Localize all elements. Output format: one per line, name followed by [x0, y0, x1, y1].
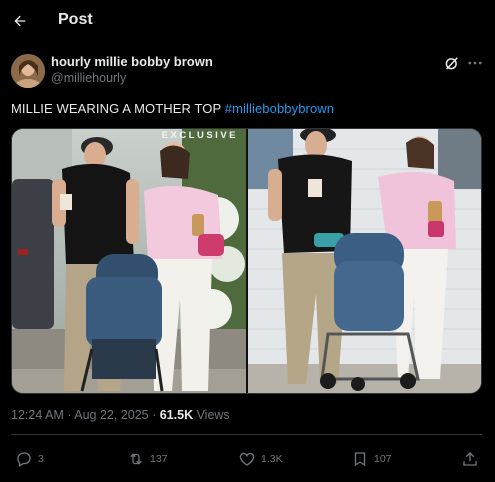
- more-options-button[interactable]: [466, 54, 484, 72]
- author-handle[interactable]: @milliehourly: [51, 71, 126, 85]
- like-count: 1.3K: [261, 453, 283, 465]
- views-label: Views: [193, 408, 230, 422]
- back-button[interactable]: [8, 9, 32, 33]
- media-grid: EXCLUSIVE: [11, 128, 482, 394]
- more-horizontal-icon: [468, 61, 482, 65]
- meta-separator: ·: [148, 408, 160, 422]
- repost-count: 137: [150, 453, 168, 465]
- divider: [11, 434, 482, 435]
- hashtag-link[interactable]: #milliebobbybrown: [225, 101, 334, 116]
- bookmark-count: 107: [374, 453, 392, 465]
- bookmark-icon: [354, 452, 366, 467]
- tweet-text: MILLIE WEARING A MOTHER TOP #milliebobby…: [11, 101, 334, 116]
- author-display-name[interactable]: hourly millie bobby brown: [51, 54, 213, 69]
- tweet-date[interactable]: Aug 22, 2025: [74, 408, 148, 422]
- bookmark-button[interactable]: 107: [351, 450, 392, 468]
- arrow-left-icon: [14, 15, 26, 27]
- tweet-body: MILLIE WEARING A MOTHER TOP: [11, 101, 225, 116]
- views-count: 61.5K: [159, 408, 194, 422]
- avatar[interactable]: [11, 54, 45, 88]
- repost-icon: [130, 453, 142, 465]
- share-icon: [463, 452, 477, 466]
- page-title: Post: [58, 11, 93, 28]
- like-button[interactable]: 1.3K: [238, 450, 283, 468]
- media-photo-2[interactable]: [248, 129, 481, 393]
- heart-icon: [239, 452, 255, 466]
- tweet-meta: 12:24 AM · Aug 22, 2025 · 61.5K Views: [11, 408, 230, 422]
- reply-count: 3: [38, 453, 44, 465]
- media-photo-1[interactable]: EXCLUSIVE: [12, 129, 246, 393]
- reply-icon: [17, 452, 31, 467]
- exclusive-watermark: EXCLUSIVE: [161, 130, 238, 141]
- share-button[interactable]: [461, 450, 479, 468]
- reply-button[interactable]: 3: [15, 450, 44, 468]
- tweet-time[interactable]: 12:24 AM: [11, 408, 64, 422]
- repost-button[interactable]: 137: [127, 450, 168, 468]
- grok-button[interactable]: [443, 54, 461, 72]
- meta-separator: ·: [63, 408, 75, 422]
- grok-icon: [445, 57, 458, 70]
